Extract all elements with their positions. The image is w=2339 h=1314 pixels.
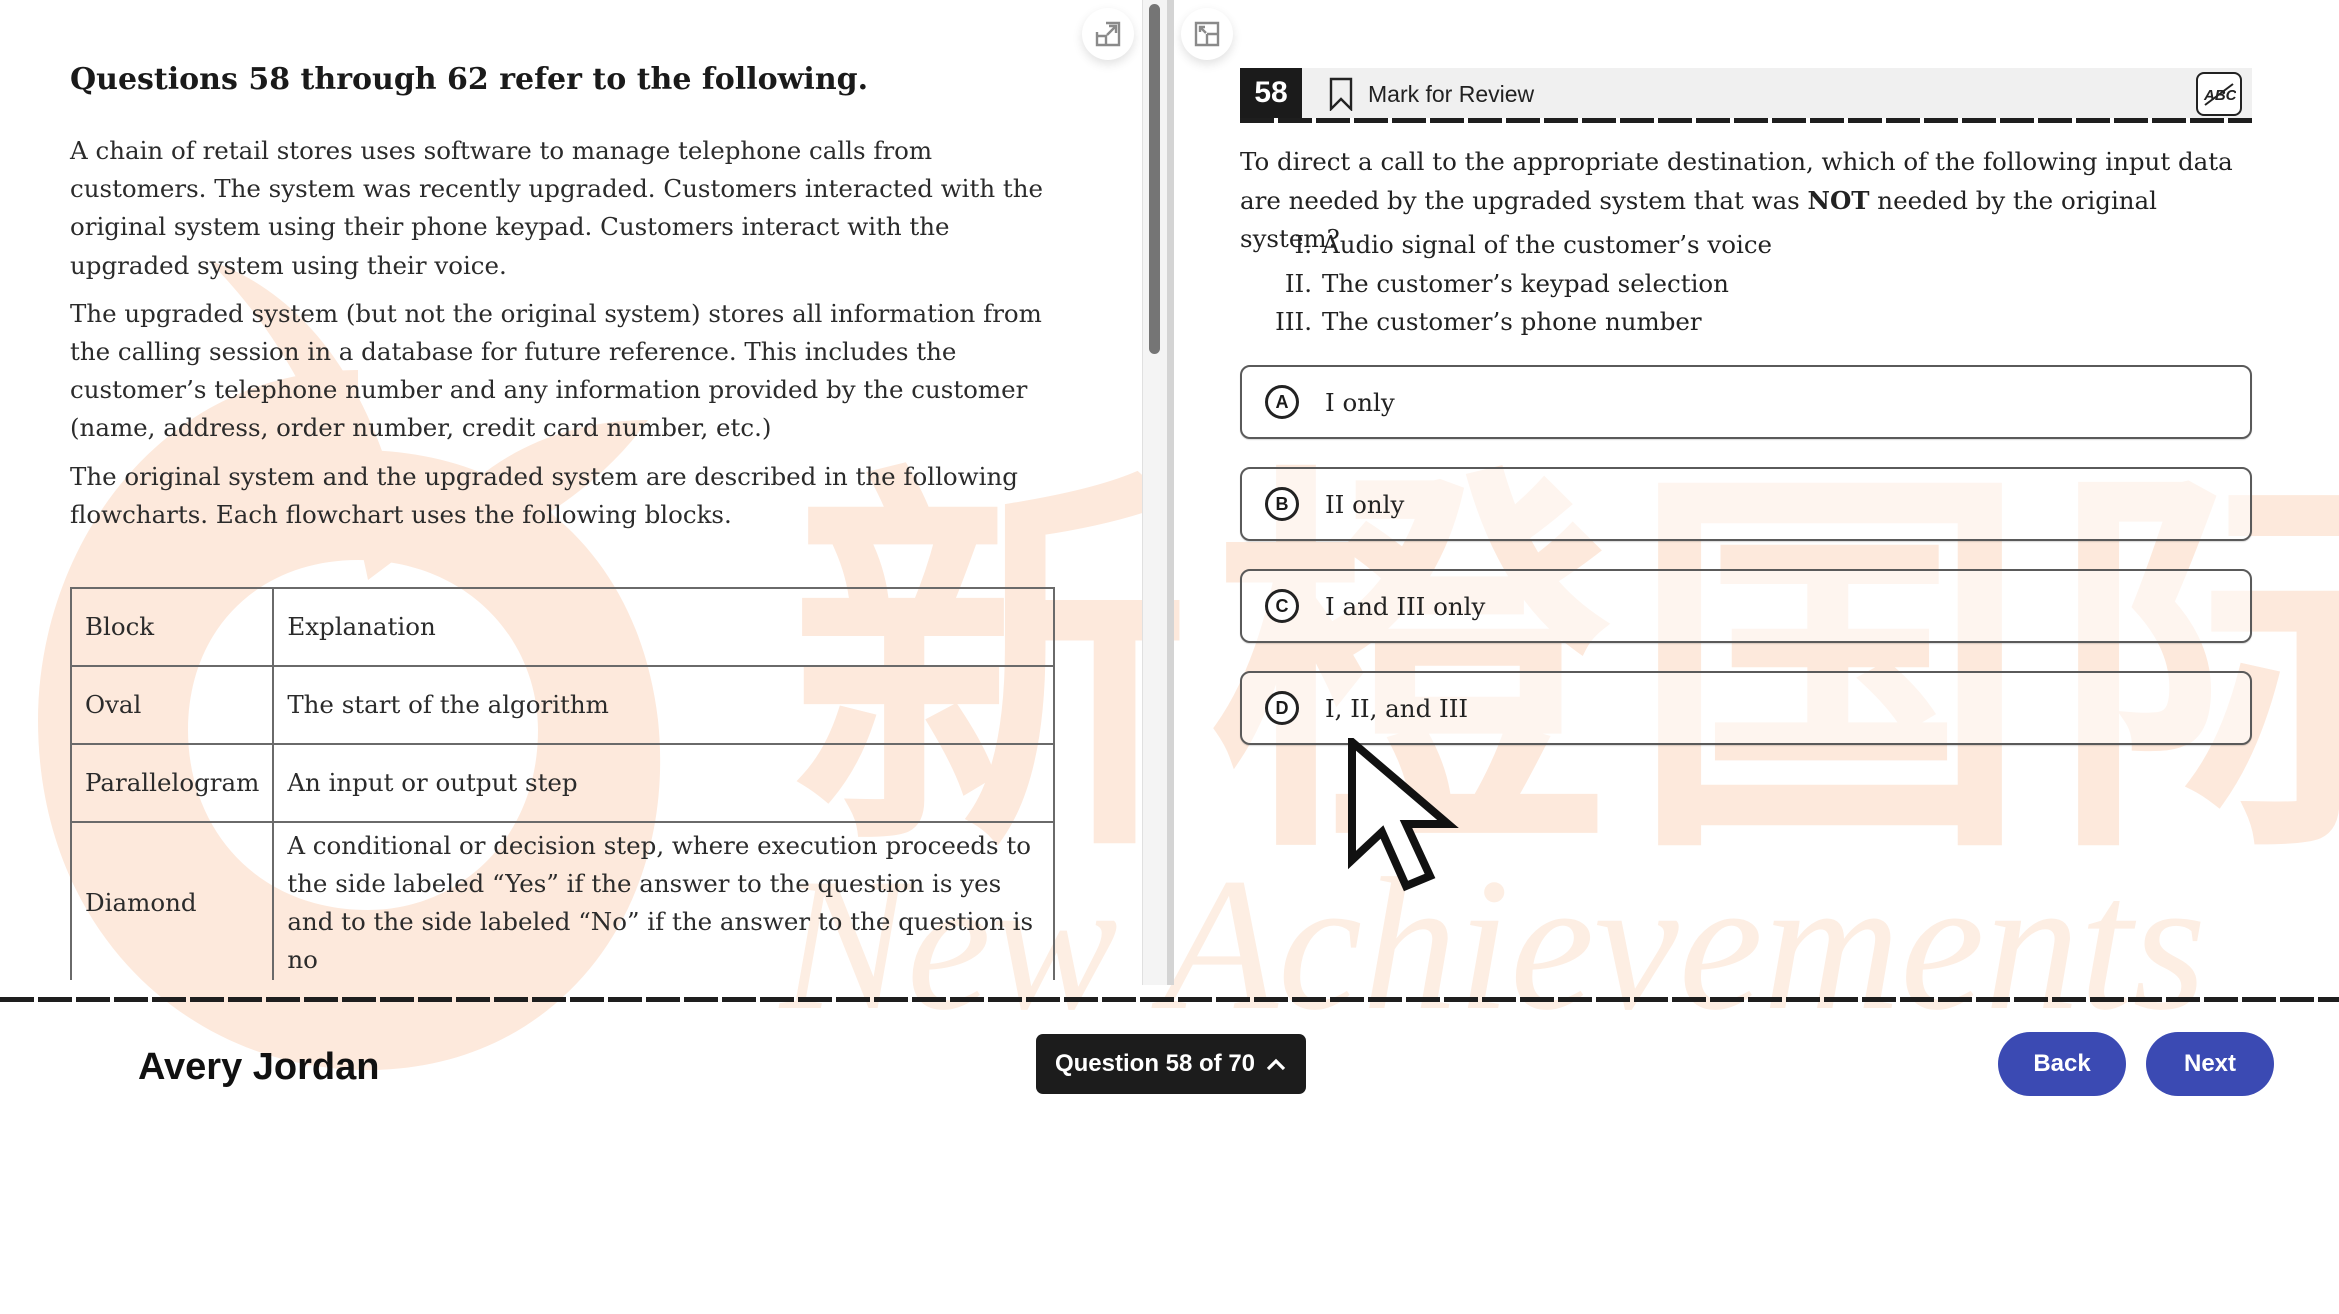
table-header-row: Block Explanation [69,587,1055,667]
option-text: II only [1325,489,1405,519]
statement-list: I. Audio signal of the customer’s voice … [1240,226,2140,342]
table-cell: A conditional or decision step, where ex… [272,821,1055,980]
option-text: I, II, and III [1325,693,1469,723]
answer-option-d[interactable]: D I, II, and III [1240,671,2252,745]
pane-divider-handle[interactable] [1167,0,1174,985]
statement-numeral: III. [1275,307,1312,336]
abc-strikethrough-icon: ABC [2203,83,2236,106]
student-name: Avery Jordan [138,1046,380,1088]
mark-for-review-label: Mark for Review [1368,80,1535,107]
expand-passage-button[interactable] [1082,8,1134,60]
answer-eliminator-button[interactable]: ABC [2196,72,2242,116]
passage-paragraph: A chain of retail stores uses software t… [70,136,1044,280]
blocks-table: Block Explanation Oval The start of the … [69,587,1055,980]
option-text: I and III only [1325,591,1486,621]
mouse-cursor-icon [1348,738,1459,892]
table-row: Oval The start of the algorithm [69,665,1055,745]
question-stem-emphasis: NOT [1807,185,1870,215]
collapse-icon [1194,21,1220,47]
option-letter-badge: A [1265,385,1299,419]
answer-option-b[interactable]: B II only [1240,467,2252,541]
table-header-cell: Explanation [272,587,1055,667]
statement-numeral: II. [1284,268,1312,298]
table-row: Diamond A conditional or decision step, … [69,821,1055,980]
passage-title: Questions 58 through 62 refer to the fol… [70,62,869,97]
option-text: I only [1325,387,1395,417]
question-number-badge: 58 [1240,68,1302,118]
table-cell: Oval [69,665,275,745]
expand-icon [1095,21,1121,47]
chevron-up-icon [1266,1058,1286,1071]
table-cell: An input or output step [272,743,1055,823]
table-cell: The start of the algorithm [272,665,1055,745]
passage-pane: Questions 58 through 62 refer to the fol… [0,0,1140,980]
mark-for-review-toggle[interactable]: Mark for Review [1328,76,1534,112]
statement-text: The customer’s keypad selection [1322,268,1729,298]
statement-text: The customer’s phone number [1322,307,1702,336]
question-navigator-button[interactable]: Question 58 of 70 [1036,1034,1306,1094]
table-cell: Diamond [69,821,275,980]
option-letter-badge: B [1265,487,1299,521]
passage-paragraph: The original system and the upgraded sys… [70,461,1018,529]
statement-item: I. Audio signal of the customer’s voice [1240,226,2140,265]
next-button[interactable]: Next [2146,1032,2274,1096]
answer-option-c[interactable]: C I and III only [1240,569,2252,643]
passage-scrollbar-thumb[interactable] [1149,4,1160,354]
question-header-divider [1240,118,2252,123]
table-header-cell: Block [69,587,275,667]
option-letter-badge: D [1265,691,1299,725]
collapse-passage-button[interactable] [1181,8,1233,60]
statement-numeral: I. [1294,230,1312,259]
passage-body: A chain of retail stores uses software t… [70,132,1070,544]
back-button[interactable]: Back [1998,1032,2126,1096]
passage-paragraph: The upgraded system (but not the origina… [70,298,1042,443]
bookmark-icon [1329,77,1353,111]
option-letter-badge: C [1265,589,1299,623]
statement-item: III. The customer’s phone number [1240,303,2140,342]
question-header: 58 Mark for Review ABC [1240,68,2252,118]
statement-text: Audio signal of the customer’s voice [1322,230,1773,259]
table-row: Parallelogram An input or output step [69,743,1055,823]
answer-option-a[interactable]: A I only [1240,365,2252,439]
statement-item: II. The customer’s keypad selection [1240,265,2140,304]
svg-text:ABC: ABC [2203,87,2236,104]
footer-divider [0,997,2339,1002]
table-cell: Parallelogram [69,743,275,823]
question-navigator-label: Question 58 of 70 [1054,1050,1256,1077]
